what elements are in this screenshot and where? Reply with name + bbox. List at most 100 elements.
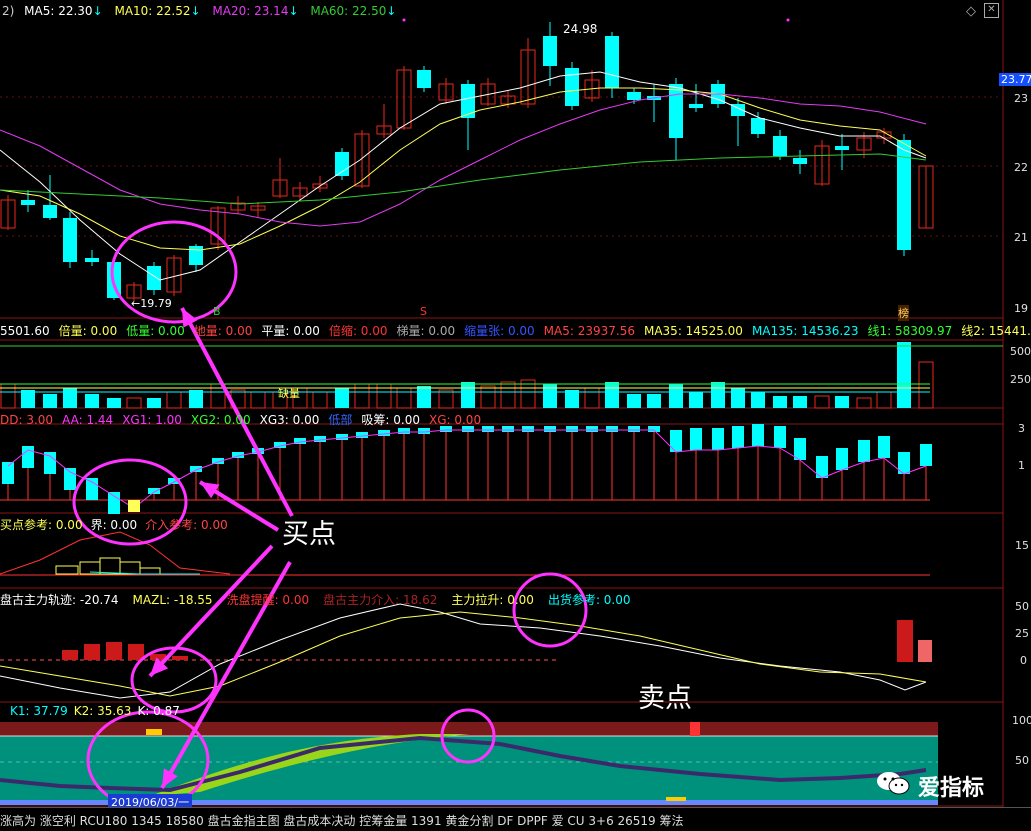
volume-bar <box>189 390 203 408</box>
volume-bar <box>605 382 619 408</box>
indicator1-tick: 1 <box>1018 459 1025 472</box>
ma10-label: MA10: 22.52 <box>114 4 191 18</box>
legend-item: AA: 1.44 <box>62 413 114 427</box>
indicator1-block <box>2 462 14 484</box>
candle-body <box>21 200 35 205</box>
wechat-icon <box>876 770 910 796</box>
candle-body <box>565 68 579 106</box>
volume-bar <box>312 391 328 409</box>
indicator1-line <box>7 429 927 509</box>
indicator3-bar <box>172 656 188 660</box>
indicator2-box <box>119 561 141 575</box>
buy-marker: B <box>213 305 221 318</box>
volume-tick: 500 <box>1010 345 1031 358</box>
indicator2-tick: 15 <box>1015 539 1029 552</box>
indicator1-block <box>628 426 640 432</box>
volume-bar <box>731 388 745 408</box>
candle-body <box>627 92 641 100</box>
indicator4-marker <box>666 797 686 801</box>
volume-bar <box>918 361 934 409</box>
legend-item: MA35: 14525.00 <box>643 324 743 338</box>
indicator2-box <box>139 567 161 575</box>
volume-bar <box>876 391 892 409</box>
price-tick: 21 <box>1014 231 1028 244</box>
ma60-line <box>0 153 927 205</box>
indicator1-block <box>148 488 160 494</box>
legend-item: K1: 37.79 <box>10 704 68 718</box>
rank-marker: 榜 <box>898 305 909 321</box>
close-icon[interactable]: ✕ <box>984 3 999 18</box>
legend-item: 倍量: 0.00 <box>58 324 118 338</box>
indicator3-tick: 50 <box>1015 600 1029 613</box>
indicator1-block <box>878 436 890 458</box>
legend-item: 出货参考: 0.00 <box>547 593 631 607</box>
volume-bar <box>897 342 911 408</box>
indicator1-block <box>690 428 702 450</box>
sell-point-annotation: 卖点 <box>638 683 692 714</box>
indicator4-band <box>0 722 938 736</box>
indicator1-block <box>670 430 682 452</box>
indicator3-bar <box>62 650 78 660</box>
price-tick: 22 <box>1014 161 1028 174</box>
volume-bar <box>166 391 182 409</box>
volume-bar <box>773 396 787 408</box>
legend-item: 吸筹: 0.00 <box>361 413 420 427</box>
volume-bar <box>396 387 412 409</box>
indicator1-block <box>522 426 534 432</box>
indicator3-tick: 25 <box>1015 627 1029 640</box>
volume-bar <box>751 392 765 408</box>
legend-item: K2: 35.63 <box>73 704 132 718</box>
volume-bar <box>500 381 516 409</box>
indicator1-block <box>108 492 120 514</box>
indicator1-block <box>502 426 514 432</box>
volume-bar <box>250 391 266 409</box>
candle-body <box>543 36 557 66</box>
legend-item: XG1: 1.00 <box>122 413 182 427</box>
legend-item: 梯量: 0.00 <box>396 324 456 338</box>
stock-chart[interactable] <box>0 0 1031 807</box>
candle-body <box>147 266 161 290</box>
indicator3-legend: 盘古主力轨迹: -20.74 MAZL: -18.55 洗盘提醒: 0.00 盘古主力… <box>0 591 645 608</box>
volume-bar <box>43 394 57 408</box>
indicator-tabs[interactable]: 涨高为 涨空利 RCU180 1345 18580 盘古金指主图 盘古成本决动 … <box>0 812 684 829</box>
indicator3-bar <box>128 644 144 660</box>
legend-item: 洗盘提醒: 0.00 <box>226 593 310 607</box>
indicator4-tick: 100 <box>1012 714 1031 727</box>
legend-item: 缩量张: 0.00 <box>464 324 535 338</box>
legend-item: XG2: 0.00 <box>190 413 251 427</box>
volume-bar <box>584 387 600 409</box>
volume-tick: 250 <box>1010 373 1031 386</box>
indicator1-block <box>920 444 932 466</box>
indicator1-tick: 3 <box>1018 422 1025 435</box>
volume-bar <box>107 398 121 408</box>
indicator1-block <box>606 426 618 432</box>
legend-item: 界: 0.00 <box>90 518 138 532</box>
indicator1-legend: DD: 3.00 AA: 1.44 XG1: 1.00 XG2: 0.00 XG3: 0… <box>0 411 490 428</box>
legend-item: 低部 <box>328 413 353 427</box>
volume-bar <box>814 395 830 409</box>
marker-dot <box>786 18 790 22</box>
indicator3-bar <box>897 620 913 662</box>
legend-item: XG3: 0.00 <box>259 413 320 427</box>
volume-bar <box>85 394 99 408</box>
indicator1-block <box>544 426 556 432</box>
volume-bar <box>21 390 35 408</box>
legend-item: XG: 0.00 <box>428 413 482 427</box>
legend-item: 买点参考: 0.00 <box>0 518 83 532</box>
legend-item: 平量: 0.00 <box>261 324 320 338</box>
indicator1-block <box>774 426 786 448</box>
watermark-text: 爱指标 <box>918 776 985 801</box>
indicator3-bar <box>84 644 100 660</box>
indicator1-block <box>398 428 410 434</box>
legend-item: 地量: 0.00 <box>193 324 253 338</box>
volume-legend: 5501.60 倍量: 0.00 低量: 0.00 地量: 0.00 平量: 0.00 倍… <box>0 322 1031 339</box>
sell-marker: S <box>420 305 427 318</box>
volume-bar <box>835 396 849 408</box>
indicator4-marker <box>146 729 162 735</box>
volume-bar <box>335 388 349 408</box>
volume-bar <box>147 398 161 408</box>
volume-bar <box>856 397 872 409</box>
marker-dot <box>402 18 406 22</box>
legend-item: 盘古主力介入: 18.62 <box>323 593 438 607</box>
diamond-icon[interactable]: ◇ <box>966 4 976 19</box>
